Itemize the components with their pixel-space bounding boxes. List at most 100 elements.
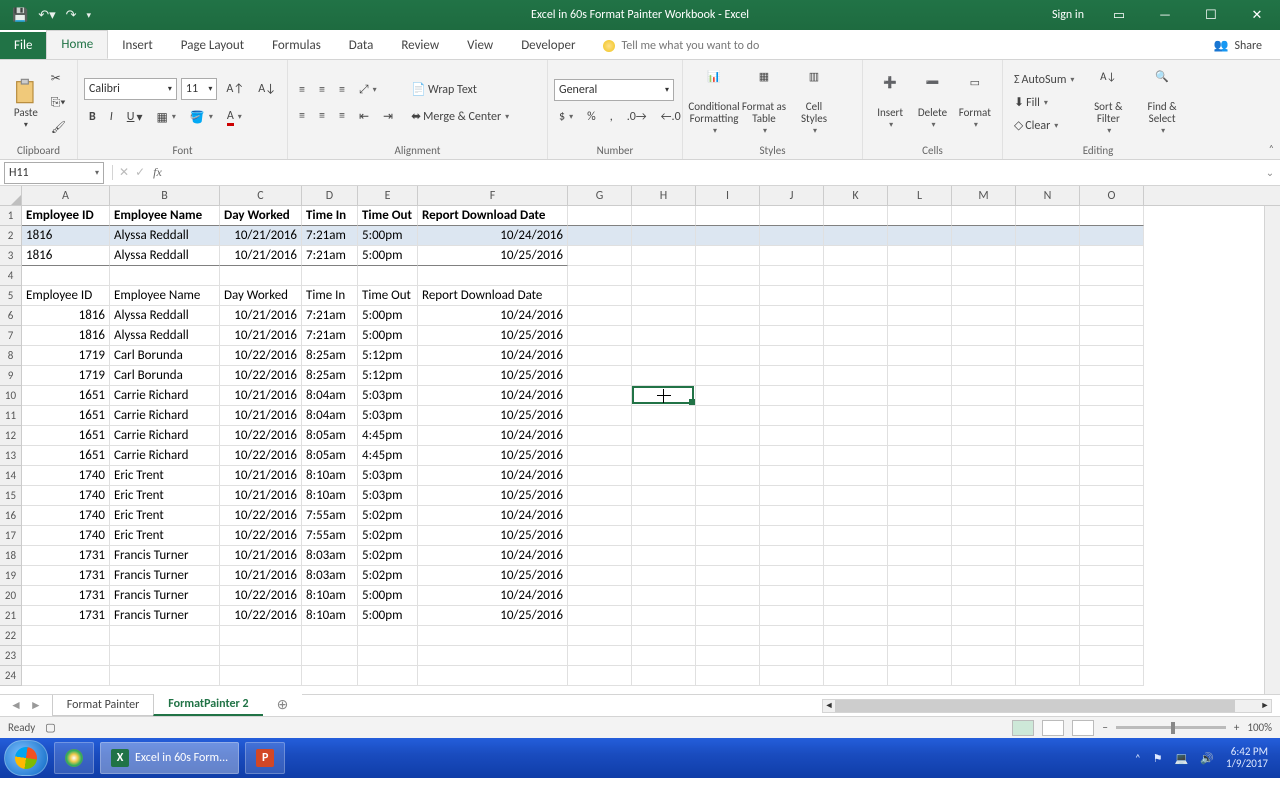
formula-input[interactable] — [170, 162, 1260, 184]
sheet-next-icon[interactable]: ► — [30, 698, 42, 713]
orientation-button[interactable]: ⤢ — [354, 80, 382, 100]
cell[interactable]: 5:03pm — [358, 466, 418, 486]
cell[interactable] — [568, 466, 632, 486]
cell[interactable] — [632, 266, 696, 286]
sort-filter-button[interactable]: А↓Sort & Filter — [1083, 68, 1133, 138]
align-left-button[interactable]: ≡ — [294, 106, 310, 126]
cell[interactable]: 5:02pm — [358, 546, 418, 566]
cell[interactable] — [1080, 286, 1144, 306]
cell[interactable]: 10/25/2016 — [418, 246, 568, 266]
cell[interactable]: Alyssa Reddall — [110, 246, 220, 266]
cell[interactable] — [696, 526, 760, 546]
cell[interactable] — [1080, 246, 1144, 266]
align-right-button[interactable]: ≡ — [334, 106, 350, 126]
cell[interactable] — [696, 426, 760, 446]
cell[interactable] — [1016, 326, 1080, 346]
select-all-corner[interactable] — [0, 186, 22, 206]
cell[interactable] — [418, 666, 568, 686]
cell[interactable]: 10/24/2016 — [418, 306, 568, 326]
cell[interactable] — [696, 586, 760, 606]
cell[interactable]: 1651 — [22, 386, 110, 406]
cell[interactable] — [632, 626, 696, 646]
comma-button[interactable]: , — [605, 107, 618, 127]
cell[interactable] — [760, 326, 824, 346]
cell[interactable] — [888, 646, 952, 666]
col-header[interactable]: N — [1016, 186, 1080, 205]
cell[interactable] — [568, 286, 632, 306]
cell[interactable]: 10/25/2016 — [418, 486, 568, 506]
cell[interactable] — [110, 266, 220, 286]
cell[interactable]: 1651 — [22, 446, 110, 466]
tray-volume-icon[interactable]: 🔊 — [1200, 752, 1214, 765]
cell[interactable]: 10/22/2016 — [220, 366, 302, 386]
cell[interactable] — [1016, 566, 1080, 586]
increase-indent-button[interactable]: ⇥ — [378, 106, 398, 127]
merge-center-button[interactable]: ⬌ Merge & Center — [406, 106, 514, 127]
cell[interactable]: Francis Turner — [110, 586, 220, 606]
cell[interactable]: 5:00pm — [358, 306, 418, 326]
cell[interactable] — [888, 466, 952, 486]
cell[interactable] — [952, 546, 1016, 566]
cell[interactable] — [760, 366, 824, 386]
cell[interactable] — [568, 426, 632, 446]
col-header[interactable]: K — [824, 186, 888, 205]
cell[interactable] — [760, 566, 824, 586]
row-header[interactable]: 23 — [0, 646, 21, 666]
cell[interactable] — [1016, 206, 1080, 226]
qat-customize-icon[interactable]: ▾ — [87, 10, 92, 21]
cell[interactable] — [888, 346, 952, 366]
increase-decimal-button[interactable]: .0→ — [622, 107, 652, 127]
row-header[interactable]: 7 — [0, 326, 21, 346]
cell[interactable] — [824, 346, 888, 366]
cell[interactable]: 5:00pm — [358, 246, 418, 266]
cell[interactable] — [632, 406, 696, 426]
cell[interactable]: Day Worked — [220, 206, 302, 226]
cell[interactable] — [632, 386, 696, 406]
cell[interactable] — [952, 566, 1016, 586]
tab-formulas[interactable]: Formulas — [258, 32, 335, 59]
cell[interactable] — [888, 506, 952, 526]
cell[interactable] — [888, 366, 952, 386]
cell[interactable]: 10/22/2016 — [220, 346, 302, 366]
vertical-scrollbar[interactable] — [1264, 206, 1280, 694]
tab-view[interactable]: View — [453, 32, 507, 59]
cell[interactable] — [888, 306, 952, 326]
cell[interactable] — [568, 326, 632, 346]
copy-button[interactable]: ⎘▾ — [46, 93, 71, 113]
cell[interactable]: 1816 — [22, 326, 110, 346]
format-painter-button[interactable]: 🖌 — [46, 117, 71, 138]
cell[interactable] — [952, 226, 1016, 246]
cell[interactable] — [760, 306, 824, 326]
cell[interactable] — [1016, 306, 1080, 326]
sheet-tab-2[interactable]: FormatPainter 2 — [153, 694, 263, 716]
cell[interactable] — [1080, 646, 1144, 666]
cell[interactable]: 10/24/2016 — [418, 386, 568, 406]
cell[interactable] — [888, 206, 952, 226]
macro-record-icon[interactable]: ▢ — [45, 721, 55, 734]
cell[interactable]: 10/25/2016 — [418, 326, 568, 346]
cell[interactable] — [1080, 566, 1144, 586]
border-button[interactable]: ▦ — [152, 107, 181, 128]
cell[interactable] — [824, 486, 888, 506]
row-header[interactable]: 19 — [0, 566, 21, 586]
number-format-select[interactable]: General▾ — [554, 79, 674, 101]
cell[interactable]: Carrie Richard — [110, 406, 220, 426]
col-header[interactable]: G — [568, 186, 632, 205]
cell[interactable] — [302, 266, 358, 286]
cell[interactable]: 10/25/2016 — [418, 606, 568, 626]
cell[interactable] — [1080, 326, 1144, 346]
cell[interactable]: 1740 — [22, 526, 110, 546]
cell[interactable]: Alyssa Reddall — [110, 326, 220, 346]
tab-review[interactable]: Review — [387, 32, 453, 59]
cell[interactable] — [568, 266, 632, 286]
cell[interactable]: 5:00pm — [358, 226, 418, 246]
cell[interactable] — [696, 486, 760, 506]
cell[interactable]: 10/24/2016 — [418, 546, 568, 566]
cell[interactable] — [110, 666, 220, 686]
cell[interactable]: 10/21/2016 — [220, 546, 302, 566]
cell[interactable]: 5:03pm — [358, 486, 418, 506]
zoom-out-button[interactable]: − — [1102, 721, 1107, 734]
clear-button[interactable]: ◇ Clear — [1009, 115, 1079, 136]
cell[interactable] — [568, 346, 632, 366]
cell[interactable]: 8:03am — [302, 566, 358, 586]
